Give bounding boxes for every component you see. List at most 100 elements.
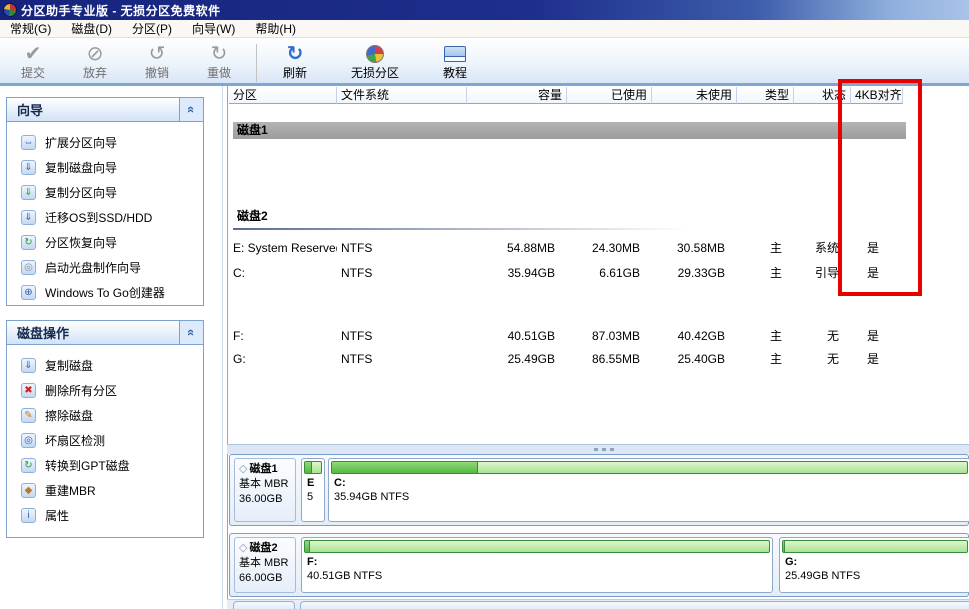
menu-general[interactable]: 常规(G) [0, 21, 61, 37]
used-segment [305, 462, 313, 473]
disk1-size: 36.00GB [239, 493, 283, 505]
refresh-button[interactable]: ↻ 刷新 [266, 42, 324, 83]
disk1-info-box: ◇ 磁盘1 基本 MBR 36.00GB [234, 458, 296, 522]
copy-partition-icon: ⇓ [21, 185, 36, 200]
migrate-os-icon: ⇓ [21, 210, 36, 225]
disk-operations-panel: 磁盘操作 « ⇓ 复制磁盘 ✖ 删除所有分区 ✎ 擦除磁盘 ◎ 坏扇区检测 ↻ … [6, 320, 204, 538]
menu-bar: 常规(G) 磁盘(D) 分区(P) 向导(W) 帮助(H) [0, 20, 969, 38]
menu-partition[interactable]: 分区(P) [122, 21, 182, 37]
sidebar-item-copy-disk-wizard[interactable]: ⇓ 复制磁盘向导 [7, 155, 203, 180]
menu-disk[interactable]: 磁盘(D) [61, 21, 122, 37]
sidebar-item-wipe-disk[interactable]: ✎ 擦除磁盘 [7, 403, 203, 428]
partition-block-c[interactable]: C: 35.94GB NTFS [328, 458, 969, 522]
sidebar-item-copy-partition-wizard[interactable]: ⇓ 复制分区向导 [7, 180, 203, 205]
sidebar-item-boot-cd-wizard[interactable]: ◎ 启动光盘制作向导 [7, 255, 203, 280]
menu-wizard[interactable]: 向导(W) [182, 21, 245, 37]
usage-bar [304, 461, 322, 474]
aligned-value: 是 [866, 329, 879, 343]
disk2-name: 磁盘2 [249, 542, 278, 554]
menu-help[interactable]: 帮助(H) [245, 21, 306, 37]
column-header-used[interactable]: 已使用 [567, 87, 652, 104]
used-segment [783, 541, 785, 552]
app-logo-icon [3, 3, 17, 17]
partition-block-f[interactable]: F: 40.51GB NTFS [301, 537, 773, 593]
usage-bar [331, 461, 968, 474]
used-segment [332, 462, 479, 473]
partition-block-g[interactable]: G: 25.49GB NTFS [779, 537, 969, 593]
table-row-partition-f[interactable]: F: NTFS 40.51GB 87.03MB 40.42GB 主 无 是 [229, 325, 969, 348]
redo-arrow-icon: ↻ [210, 43, 228, 65]
disk1-name: 磁盘1 [249, 463, 278, 475]
recovery-icon: ↻ [21, 235, 36, 250]
lossless-partition-button[interactable]: 无损分区 [336, 42, 414, 83]
sidebar-item-windows-to-go[interactable]: ⊕ Windows To Go创建器 [7, 280, 203, 305]
wizard-panel: 向导 « ⇔ 扩展分区向导 ⇓ 复制磁盘向导 ⇓ 复制分区向导 ⇓ 迁移OS到S… [6, 97, 204, 306]
sidebar-item-copy-disk[interactable]: ⇓ 复制磁盘 [7, 353, 203, 378]
sidebar-item-migrate-os[interactable]: ⇓ 迁移OS到SSD/HDD [7, 205, 203, 230]
collapse-button[interactable]: « [179, 98, 203, 121]
delete-cross-icon: ✖ [21, 383, 36, 398]
sidebar-divider [222, 86, 223, 609]
commit-button[interactable]: ✔ 提交 [2, 42, 64, 83]
undo-arrow-icon: ↺ [148, 43, 166, 65]
wipe-brush-icon: ✎ [21, 408, 36, 423]
sidebar-item-bad-sector-check[interactable]: ◎ 坏扇区检测 [7, 428, 203, 453]
usage-bar [304, 540, 770, 553]
group-underline [233, 228, 688, 230]
sidebar-item-partition-recovery-wizard[interactable]: ↻ 分区恢复向导 [7, 230, 203, 255]
sidebar-item-extend-partition-wizard[interactable]: ⇔ 扩展分区向导 [7, 130, 203, 155]
toolbar: ✔ 提交 ⊘ 放弃 ↺ 撤销 ↻ 重做 ↻ 刷新 无损分区 教程 [0, 39, 969, 86]
redo-button[interactable]: ↻ 重做 [188, 42, 250, 83]
copy-disk-icon: ⇓ [21, 160, 36, 175]
discard-icon: ⊘ [86, 43, 104, 65]
disk2-kind: 基本 MBR [239, 557, 289, 569]
splitter-grip-icon[interactable] [594, 448, 598, 451]
disk-group-header-2[interactable]: 磁盘2 [233, 206, 268, 226]
rebuild-mbr-icon: ◆ [21, 483, 36, 498]
column-header-filesystem[interactable]: 文件系统 [337, 87, 467, 104]
book-icon [444, 46, 466, 62]
discard-button[interactable]: ⊘ 放弃 [64, 42, 126, 83]
window-title: 分区助手专业版 - 无损分区免费软件 [21, 3, 221, 18]
pie-chart-icon [366, 45, 384, 63]
sidebar-item-properties[interactable]: i 属性 [7, 503, 203, 528]
disk2-info-box: ◇ 磁盘2 基本 MBR 66.00GB [234, 537, 296, 593]
chevron-up-icon: « [183, 328, 199, 337]
undo-button[interactable]: ↺ 撤销 [126, 42, 188, 83]
column-header-capacity[interactable]: 容量 [467, 87, 567, 104]
chevron-up-icon: « [183, 105, 199, 114]
disk-group-header-1[interactable]: 磁盘1 [233, 122, 906, 139]
partition-block-e[interactable]: E5 [301, 458, 325, 522]
column-header-type[interactable]: 类型 [737, 87, 794, 104]
disk-map-panel-3-stub [233, 601, 295, 609]
disk-map-panel-1[interactable]: ◇ 磁盘1 基本 MBR 36.00GB E5 C: 35.94GB NTFS [229, 454, 969, 526]
sidebar-item-delete-all-partitions[interactable]: ✖ 删除所有分区 [7, 378, 203, 403]
column-header-unused[interactable]: 未使用 [652, 87, 737, 104]
app-window: 分区助手专业版 - 无损分区免费软件 常规(G) 磁盘(D) 分区(P) 向导(… [0, 0, 969, 609]
wizard-panel-header[interactable]: 向导 « [7, 98, 203, 122]
used-segment [305, 541, 310, 552]
toolbar-separator [256, 44, 257, 82]
extend-partition-icon: ⇔ [21, 135, 36, 150]
disk1-kind: 基本 MBR [239, 478, 289, 490]
title-bar: 分区助手专业版 - 无损分区免费软件 [0, 0, 969, 20]
wizard-panel-title: 向导 [17, 103, 44, 118]
sidebar-item-convert-to-gpt[interactable]: ↻ 转换到GPT磁盘 [7, 453, 203, 478]
splitter-bar[interactable] [227, 445, 969, 454]
collapse-button[interactable]: « [179, 321, 203, 344]
commit-check-icon: ✔ [24, 43, 42, 65]
disk-icon: ◇ [239, 542, 248, 554]
usage-bar [782, 540, 968, 553]
table-row-partition-g[interactable]: G: NTFS 25.49GB 86.55MB 25.40GB 主 无 是 [229, 348, 969, 371]
disk-map-panel-2[interactable]: ◇ 磁盘2 基本 MBR 66.00GB F: 40.51GB NTFS G: 25.… [229, 533, 969, 597]
disk-map-panel-3-stub [300, 601, 969, 609]
magnifier-icon: ◎ [21, 433, 36, 448]
sidebar-item-rebuild-mbr[interactable]: ◆ 重建MBR [7, 478, 203, 503]
column-header-partition[interactable]: 分区 [229, 87, 337, 104]
tutorial-button[interactable]: 教程 [426, 42, 484, 83]
disk2-size: 66.00GB [239, 572, 283, 584]
annotation-highlight-box [838, 79, 922, 296]
disk-ops-panel-title: 磁盘操作 [17, 326, 70, 341]
disk-ops-panel-header[interactable]: 磁盘操作 « [7, 321, 203, 345]
aligned-value: 是 [866, 352, 879, 366]
